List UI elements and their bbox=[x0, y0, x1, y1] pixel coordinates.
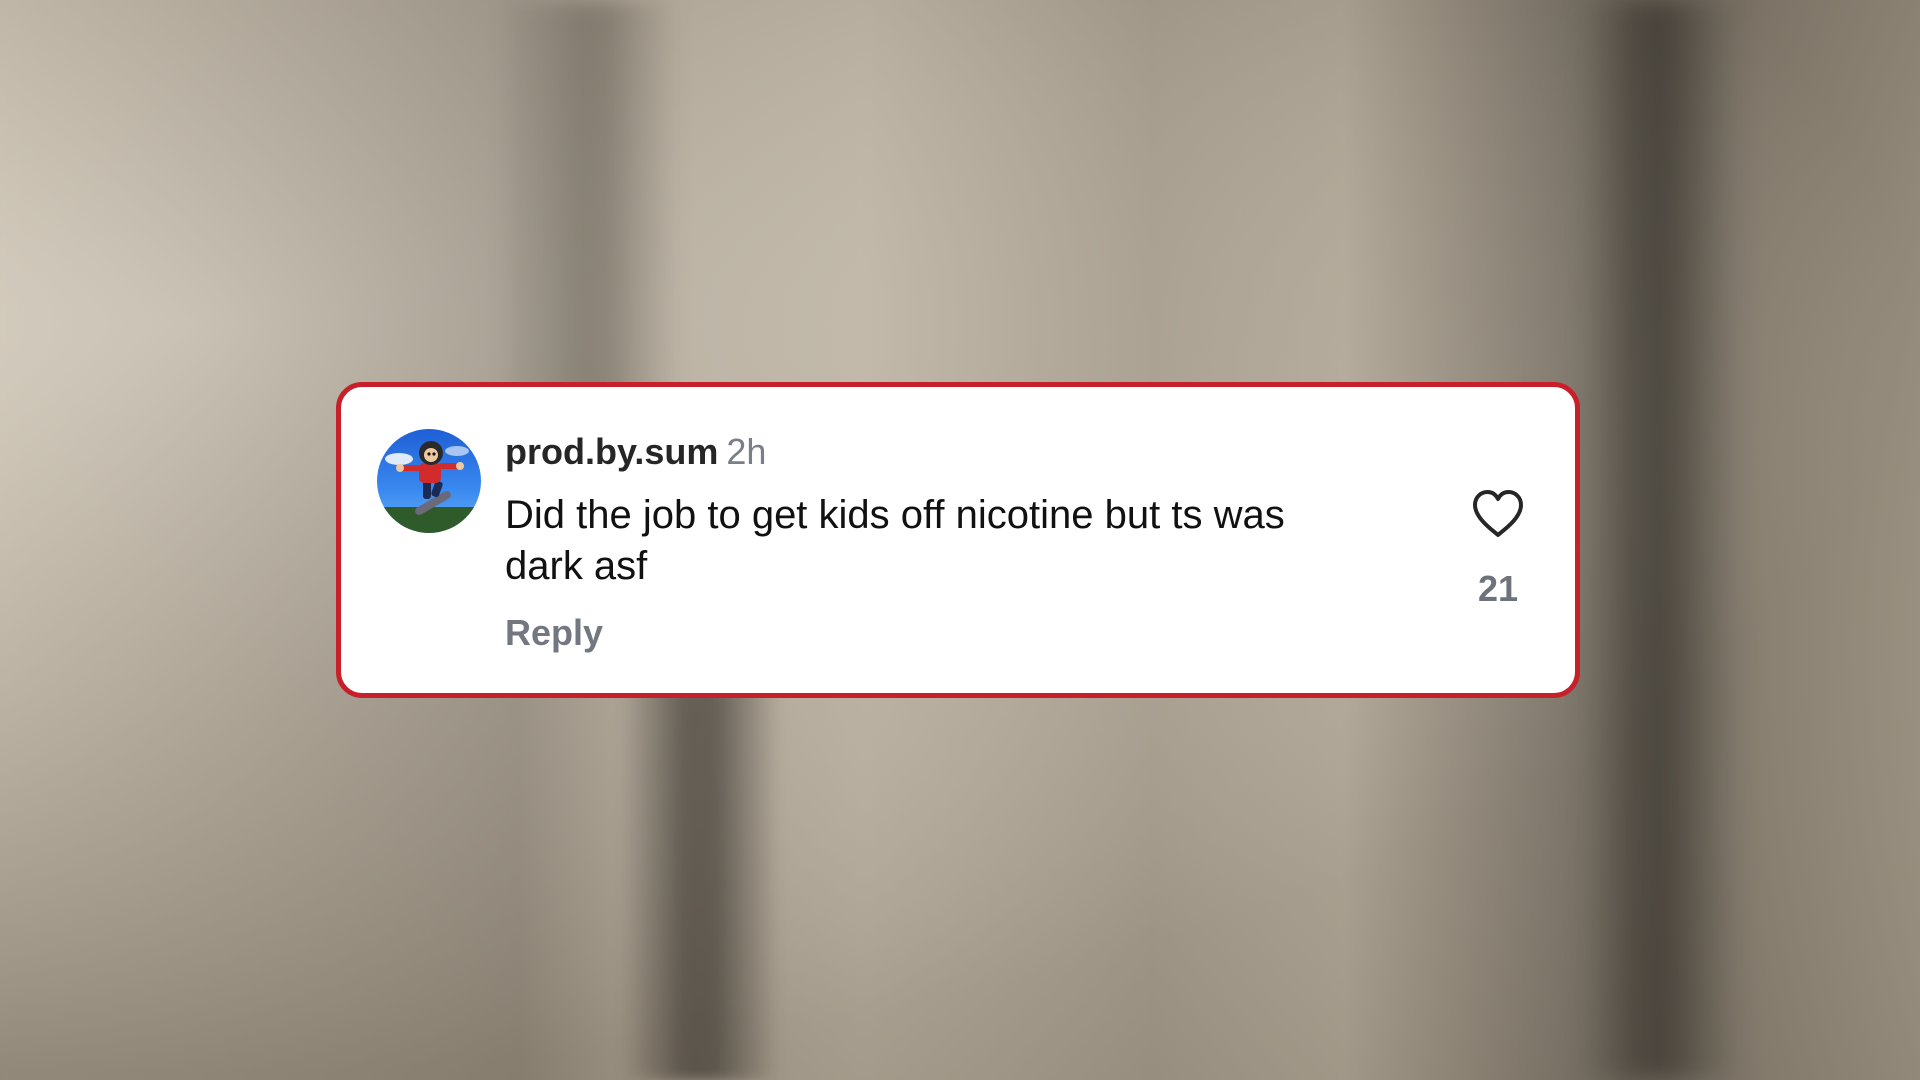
like-count: 21 bbox=[1477, 568, 1519, 609]
background-streak bbox=[500, 0, 680, 420]
username[interactable]: prod.by.sum bbox=[505, 431, 718, 472]
comment-text: Did the job to get kids off nicotine but… bbox=[505, 493, 1285, 588]
avatar[interactable] bbox=[377, 429, 481, 533]
reply-button[interactable]: Reply bbox=[505, 612, 603, 654]
background-streak bbox=[620, 680, 780, 1080]
comment-card: prod.by.sum 2h Did the job to get kids of… bbox=[336, 382, 1580, 698]
timestamp: 2h bbox=[726, 431, 767, 472]
comment-meta: prod.by.sum 2h bbox=[505, 431, 766, 473]
background-streak bbox=[1580, 0, 1740, 1080]
skateboarder-avatar-icon bbox=[377, 429, 481, 533]
heart-icon[interactable] bbox=[1471, 489, 1525, 539]
